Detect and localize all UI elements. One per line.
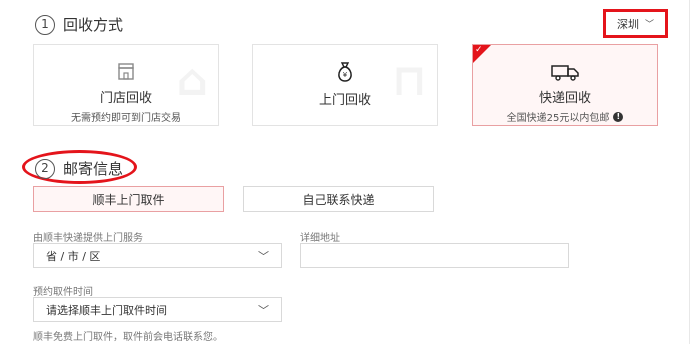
recycle-form: 1 回收方式 深圳 ﹀ 门店回收 无需预约即可到门店交易 ⌂ ¥ 上门回收 ⊓ [0, 0, 690, 344]
method-name: 快递回收 [538, 91, 591, 106]
pickup-time-label: 预约取件时间 [33, 287, 93, 298]
money-bag-icon: ¥ [335, 61, 355, 83]
section-header-method: 1 回收方式 [35, 14, 123, 35]
store-icon [116, 61, 136, 83]
svg-text:¥: ¥ [343, 71, 348, 79]
method-card-express[interactable]: ✓ 快递回收 全国快递25元以内包邮 ! [472, 44, 658, 126]
detail-address-label: 详细地址 [300, 233, 340, 244]
method-name: 上门回收 [318, 93, 371, 108]
chevron-down-icon: ﹀ [644, 20, 654, 30]
option-self-express[interactable]: 自己联系快递 [243, 186, 434, 212]
method-desc: 无需预约即可到门店交易 [71, 113, 181, 124]
truck-icon [550, 61, 580, 83]
section-title: 回收方式 [63, 16, 124, 34]
method-desc-text: 全国快递25元以内包邮 [506, 113, 610, 124]
method-name: 门店回收 [99, 91, 152, 106]
info-icon[interactable]: ! [613, 111, 624, 122]
area-select-value: 省 / 市 / 区 [46, 249, 101, 263]
option-sf-pickup[interactable]: 顺丰上门取件 [33, 186, 224, 212]
city-label: 深圳 [616, 17, 639, 31]
background-decoration-icon: ⌂ [176, 55, 209, 106]
city-selector[interactable]: 深圳 ﹀ [603, 9, 668, 38]
detail-address-input[interactable] [300, 243, 569, 268]
section-header-mail: 2 邮寄信息 [35, 158, 123, 179]
area-select[interactable]: 省 / 市 / 区 ﹀ [33, 243, 282, 268]
method-card-store[interactable]: 门店回收 无需预约即可到门店交易 ⌂ [33, 44, 219, 126]
method-card-door[interactable]: ¥ 上门回收 ⊓ [252, 44, 438, 126]
pickup-time-select[interactable]: 请选择顺丰上门取件时间 ﹀ [33, 297, 282, 322]
step-number: 2 [35, 158, 55, 179]
pickup-time-value: 请选择顺丰上门取件时间 [46, 303, 167, 317]
area-label: 由顺丰快递提供上门服务 [33, 233, 143, 244]
step-number: 1 [35, 14, 55, 35]
selected-check-icon: ✓ [473, 45, 491, 63]
section-title: 邮寄信息 [63, 160, 124, 178]
chevron-down-icon: ﹀ [258, 250, 269, 263]
method-desc: 全国快递25元以内包邮 ! [507, 109, 624, 124]
background-decoration-icon: ⊓ [391, 55, 427, 106]
chevron-down-icon: ﹀ [258, 304, 269, 317]
pickup-note: 顺丰免费上门取件，取件前会电话联系您。 [33, 332, 223, 343]
